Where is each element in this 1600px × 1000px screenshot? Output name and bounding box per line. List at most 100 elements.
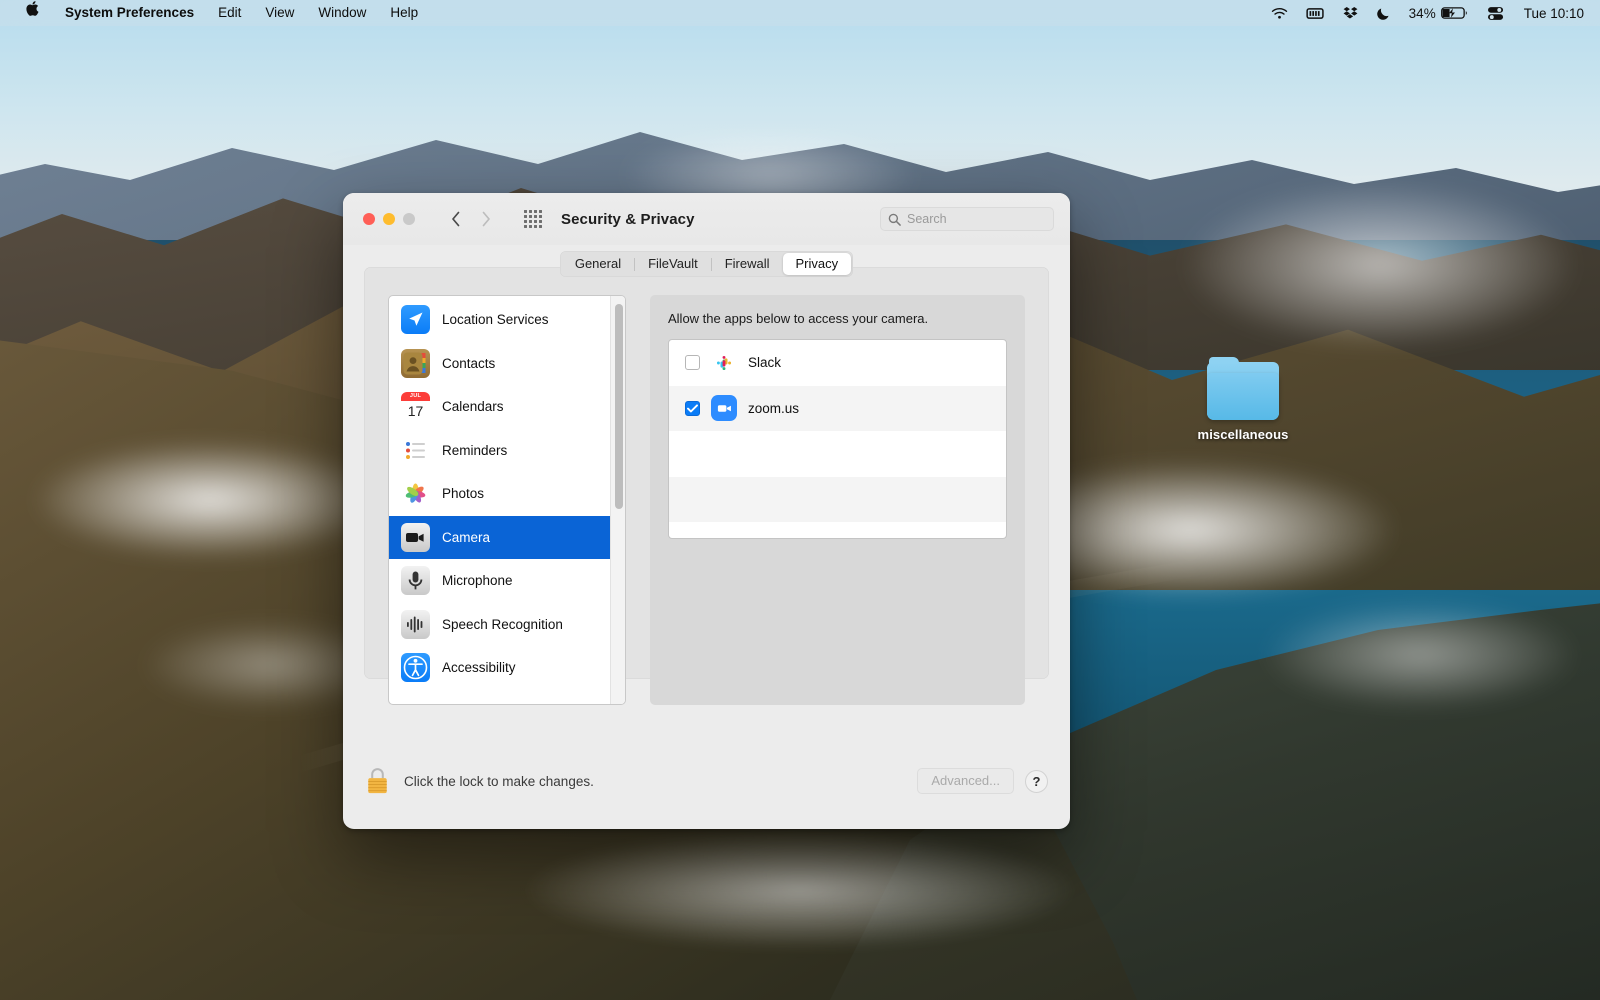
sidebar-item-label: Speech Recognition <box>442 617 563 632</box>
accessibility-icon <box>401 653 430 682</box>
help-button[interactable]: ? <box>1025 770 1048 793</box>
table-row[interactable]: zoom.us <box>669 386 1006 432</box>
menu-item-window[interactable]: Window <box>306 0 378 26</box>
close-button[interactable] <box>363 213 375 225</box>
window-footer: Click the lock to make changes. Advanced… <box>343 733 1070 829</box>
calendar-day-label: 17 <box>401 401 430 421</box>
sidebar-scrollbar-thumb[interactable] <box>615 304 623 509</box>
forward-chevron-icon <box>481 211 491 227</box>
slack-icon <box>711 350 737 376</box>
app-name-label: zoom.us <box>748 401 799 416</box>
control-center-status-item[interactable] <box>1478 0 1514 26</box>
wallpaper-cloud <box>1180 180 1580 350</box>
window-titlebar[interactable]: Security & Privacy Search <box>343 193 1070 245</box>
window-title: Security & Privacy <box>561 211 695 228</box>
dropbox-status-item[interactable] <box>1334 0 1367 26</box>
sidebar-item-label: Reminders <box>442 443 507 458</box>
battery-percent-label: 34% <box>1409 6 1436 21</box>
checkmark-icon <box>687 404 698 413</box>
battery-status-item[interactable]: 34% <box>1400 0 1478 26</box>
panel-description: Allow the apps below to access your came… <box>668 311 1007 326</box>
battery-charging-icon <box>1441 6 1469 20</box>
desktop-folder-miscellaneous[interactable]: miscellaneous <box>1185 362 1301 442</box>
microphone-icon <box>401 566 430 595</box>
wifi-status-item[interactable] <box>1262 0 1297 26</box>
wallpaper-cloud <box>1260 600 1580 710</box>
sidebar-item-accessibility[interactable]: Accessibility <box>389 646 610 690</box>
desktop-folder-label: miscellaneous <box>1185 427 1301 442</box>
window-controls <box>343 213 415 225</box>
wallpaper-cloud <box>30 440 390 560</box>
table-row-empty <box>669 477 1006 523</box>
app-permission-list[interactable]: Slack <box>668 339 1007 539</box>
sidebar-item-camera[interactable]: Camera <box>389 516 610 560</box>
menu-item-edit[interactable]: Edit <box>206 0 253 26</box>
show-all-button[interactable] <box>521 207 545 231</box>
do-not-disturb-status-item[interactable] <box>1367 0 1400 26</box>
menu-item-view[interactable]: View <box>253 0 306 26</box>
preferences-content-panel: Location Services <box>364 267 1049 679</box>
tab-general[interactable]: General <box>562 253 634 275</box>
sidebar-item-label: Camera <box>442 530 490 545</box>
app-checkbox-slack[interactable] <box>685 355 700 370</box>
contacts-icon <box>401 349 430 378</box>
sidebar-item-label: Microphone <box>442 573 513 588</box>
sidebar-item-location-services[interactable]: Location Services <box>389 298 610 342</box>
location-services-icon <box>401 305 430 334</box>
table-row-empty <box>669 431 1006 477</box>
reminders-icon <box>401 436 430 465</box>
tab-group: General FileVault Firewall Privacy <box>560 251 853 277</box>
menu-item-help[interactable]: Help <box>378 0 430 26</box>
app-name-label: Slack <box>748 355 781 370</box>
calendar-month-label: JUL <box>401 392 430 401</box>
lock-closed-icon <box>365 766 390 796</box>
sidebar-item-speech-recognition[interactable]: Speech Recognition <box>389 603 610 647</box>
folder-icon <box>1207 362 1279 420</box>
app-checkbox-zoom[interactable] <box>685 401 700 416</box>
forward-button[interactable] <box>473 206 499 232</box>
sidebar-scrollbar[interactable] <box>610 296 625 704</box>
table-row[interactable]: Slack <box>669 340 1006 386</box>
show-all-grid-icon <box>524 210 542 228</box>
table-row-empty <box>669 522 1006 539</box>
sidebar-item-label: Photos <box>442 486 484 501</box>
sidebar-item-calendars[interactable]: JUL 17 Calendars <box>389 385 610 429</box>
minimize-button[interactable] <box>383 213 395 225</box>
tab-filevault[interactable]: FileVault <box>635 253 711 275</box>
menu-bar-clock[interactable]: Tue 10:10 <box>1514 0 1586 26</box>
lock-message: Click the lock to make changes. <box>404 774 594 789</box>
apple-menu[interactable] <box>14 0 53 26</box>
search-field[interactable]: Search <box>880 207 1054 231</box>
sidebar-item-contacts[interactable]: Contacts <box>389 342 610 386</box>
tab-privacy[interactable]: Privacy <box>783 253 852 275</box>
back-button[interactable] <box>443 206 469 232</box>
back-chevron-icon <box>451 211 461 227</box>
privacy-category-list[interactable]: Location Services <box>388 295 626 705</box>
menu-bar: System Preferences Edit View Window Help <box>0 0 1600 26</box>
calendars-icon: JUL 17 <box>401 392 430 421</box>
camera-icon <box>401 523 430 552</box>
photos-icon <box>401 479 430 508</box>
sidebar-item-microphone[interactable]: Microphone <box>389 559 610 603</box>
zoom-icon <box>711 395 737 421</box>
tab-firewall[interactable]: Firewall <box>712 253 783 275</box>
sidebar-item-photos[interactable]: Photos <box>389 472 610 516</box>
lock-control[interactable]: Click the lock to make changes. <box>365 766 594 796</box>
camera-permissions-panel: Allow the apps below to access your came… <box>650 295 1025 705</box>
apple-logo-icon <box>26 0 41 17</box>
battery-menu-status-item[interactable] <box>1297 0 1334 26</box>
navigation-buttons <box>443 206 499 232</box>
sidebar-item-label: Accessibility <box>442 660 516 675</box>
security-privacy-window: Security & Privacy Search General FileVa… <box>343 193 1070 829</box>
advanced-button[interactable]: Advanced... <box>917 768 1014 794</box>
zoom-button[interactable] <box>403 213 415 225</box>
wifi-icon <box>1271 7 1288 20</box>
sidebar-item-label: Contacts <box>442 356 495 371</box>
sidebar-item-reminders[interactable]: Reminders <box>389 429 610 473</box>
speech-recognition-icon <box>401 610 430 639</box>
sidebar-item-label: Location Services <box>442 312 549 327</box>
menu-item-system-preferences[interactable]: System Preferences <box>53 0 206 26</box>
tab-bar: General FileVault Firewall Privacy <box>343 251 1070 277</box>
dropbox-icon <box>1343 6 1358 21</box>
search-placeholder: Search <box>907 212 947 226</box>
